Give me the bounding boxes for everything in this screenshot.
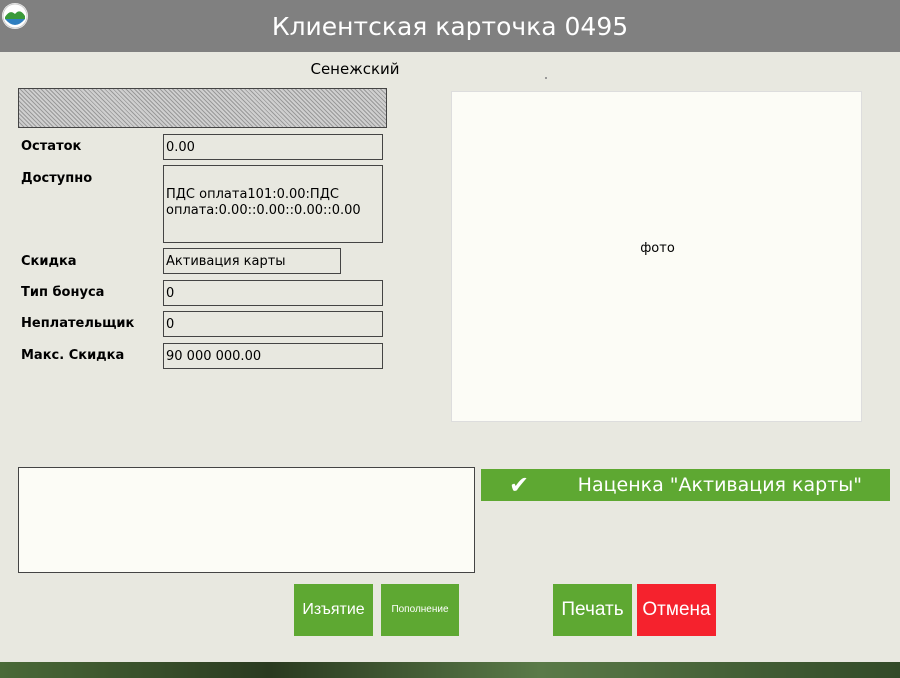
bonus-type-field[interactable]: 0 xyxy=(163,280,383,306)
photo-label: фото xyxy=(640,241,675,256)
window-title: Клиентская карточка 0495 xyxy=(271,12,629,41)
print-button[interactable]: Печать xyxy=(553,584,632,636)
cancel-button[interactable]: Отмена xyxy=(637,584,716,636)
divider-dot xyxy=(545,77,547,79)
max-discount-field[interactable]: 90 000 000.00 xyxy=(163,343,383,369)
withdraw-button[interactable]: Изъятие xyxy=(294,584,373,636)
client-card-window: Клиентская карточка 0495 Сенежский Остат… xyxy=(0,0,900,662)
available-label: Доступно xyxy=(21,171,93,186)
non-payer-label: Неплательщик xyxy=(21,316,135,331)
discount-label: Скидка xyxy=(21,254,77,269)
markup-banner-text: Наценка "Активация карты" xyxy=(577,474,862,496)
title-bar: Клиентская карточка 0495 xyxy=(0,0,900,52)
discount-field[interactable]: Активация карты xyxy=(163,248,341,274)
photo-area[interactable]: фото xyxy=(451,91,862,422)
notes-box[interactable] xyxy=(18,467,475,573)
check-icon: ✔ xyxy=(509,471,530,499)
markup-banner: ✔ Наценка "Активация карты" xyxy=(481,469,890,501)
topup-button[interactable]: Пополнение xyxy=(381,584,459,636)
bonus-type-label: Тип бонуса xyxy=(21,285,105,300)
available-field[interactable]: ПДС оплата101:0.00:ПДС оплата:0.00::0.00… xyxy=(163,165,383,243)
non-payer-field[interactable]: 0 xyxy=(163,311,383,337)
store-name: Сенежский xyxy=(310,60,400,78)
balance-field[interactable]: 0.00 xyxy=(163,134,383,160)
max-discount-label: Макс. Скидка xyxy=(21,348,125,363)
balance-label: Остаток xyxy=(21,139,82,154)
desktop-background-strip xyxy=(0,662,900,678)
client-name-field xyxy=(18,88,387,128)
